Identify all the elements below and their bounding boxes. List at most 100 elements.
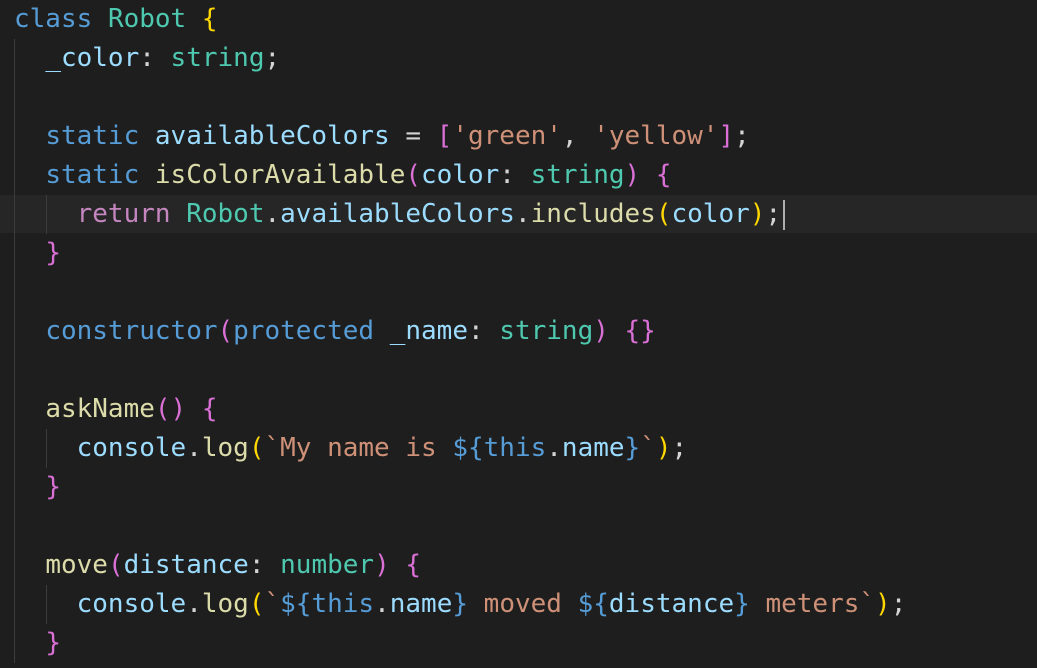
code-token: } [452,589,469,619]
code-token: { [405,550,422,580]
code-token: meters` [749,589,876,619]
code-token: : [467,316,500,346]
code-line[interactable]: console.log(`My name is ${this.name}`); [14,429,688,468]
code-token: ${ [577,589,609,619]
code-token: log [201,433,249,463]
code-token: constructor [45,316,218,346]
code-line[interactable]: return Robot.availableColors.includes(co… [14,195,786,234]
code-token: move [45,550,108,580]
code-token: ` [640,433,656,463]
code-token: ) [374,550,390,580]
code-token: color [421,160,500,190]
code-token: includes [530,199,656,229]
text-cursor [783,199,786,230]
code-token: log [201,589,249,619]
code-token: class [14,4,93,34]
code-token: } [624,433,641,463]
code-token: static [45,160,140,190]
code-token: ${ [452,433,484,463]
code-token: { [655,160,672,190]
code-token: ] [718,121,735,151]
code-token: ) [655,433,672,463]
code-token: : [139,43,171,73]
code-token: static [45,121,140,151]
code-token: availableColors [280,199,515,229]
code-token: ; [264,43,281,73]
code-token: ( [107,550,124,580]
code-token: = [389,121,437,151]
code-line[interactable]: move(distance: number) { [14,546,421,585]
code-line[interactable]: console.log(`${this.name} moved ${distan… [14,585,907,624]
code-editor[interactable]: class Robot { _color: string; static ava… [0,0,1037,668]
code-token: : [248,550,281,580]
code-token: ( [248,589,265,619]
code-token: protected [233,316,375,346]
code-token: . [374,589,390,619]
code-line[interactable]: _color: string; [14,39,280,78]
code-token: string [170,43,265,73]
code-token: } [45,472,61,502]
code-token: distance [123,550,249,580]
code-token: _name [389,316,468,346]
code-token: [ [436,121,453,151]
code-token: . [546,433,562,463]
code-token: ) [875,589,891,619]
code-token: console [76,589,187,619]
code-line[interactable]: } [14,624,61,663]
code-token: askName [45,394,155,424]
code-token: ) [749,199,766,229]
code-token: . [186,433,202,463]
code-token: distance [608,589,735,619]
code-token: ; [765,199,782,229]
code-token: {} [624,316,656,346]
code-line[interactable]: constructor(protected _name: string) {} [14,312,656,351]
code-line[interactable]: static availableColors = ['green', 'yell… [14,117,749,156]
code-token: ) [624,160,641,190]
code-token: 'green' [452,121,562,151]
code-token: . [514,199,531,229]
code-token: . [186,589,202,619]
code-token: { [201,394,218,424]
code-token: this [311,589,375,619]
code-token: name [389,589,453,619]
code-token: _color [45,43,140,73]
code-line[interactable]: } [14,234,61,273]
code-line[interactable]: } [14,468,61,507]
code-token: ( [655,199,672,229]
code-token: isColorAvailable [154,160,406,190]
code-token: this [483,433,547,463]
code-token: } [734,589,750,619]
code-token: `My name is [264,433,453,463]
code-token: Robot [186,199,265,229]
code-token: string [530,160,625,190]
code-line[interactable]: static isColorAvailable(color: string) { [14,156,671,195]
code-line[interactable]: class Robot { [14,0,218,39]
code-token: moved [468,589,578,619]
code-token: ( [248,433,265,463]
code-token: ( [405,160,421,190]
code-token: () [154,394,187,424]
code-token: ; [890,589,907,619]
code-line[interactable]: askName() { [14,390,218,429]
code-token: ( [217,316,234,346]
